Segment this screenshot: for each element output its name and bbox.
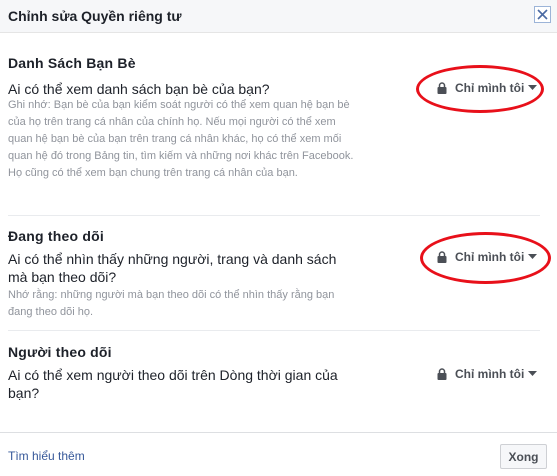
learn-more-link[interactable]: Tìm hiểu thêm: [8, 449, 85, 463]
close-icon: [537, 9, 548, 20]
section-title: Danh Sách Bạn Bè: [8, 55, 136, 71]
annotation-ellipse: [416, 65, 544, 113]
dialog-footer: Tìm hiểu thêm Xong: [0, 432, 557, 476]
privacy-selector[interactable]: Chỉ mình tôi: [437, 364, 538, 384]
privacy-value: Chỉ mình tôi: [455, 367, 525, 381]
section-title: Đang theo dõi: [8, 228, 104, 244]
section-question: Ai có thể nhìn thấy những người, trang v…: [8, 251, 337, 285]
lock-icon: [437, 368, 447, 380]
annotation-ellipse: [420, 232, 551, 284]
section-note: Ghi nhớ: Bạn bè của bạn kiểm soát người …: [8, 99, 354, 179]
dialog-title: Chỉnh sửa Quyền riêng tư: [8, 8, 182, 24]
done-button[interactable]: Xong: [500, 444, 547, 469]
section-note: Nhớ rằng: những người mà bạn theo dõi có…: [8, 289, 335, 318]
section-title: Người theo dõi: [8, 344, 112, 360]
section-question: Ai có thể xem danh sách bạn bè của bạn?: [8, 81, 270, 97]
section-divider: [8, 330, 540, 331]
section-question: Ai có thể xem người theo dõi trên Dòng t…: [8, 367, 338, 401]
dialog-header: Chỉnh sửa Quyền riêng tư: [0, 0, 557, 33]
section-divider: [8, 215, 540, 216]
chevron-down-icon: [528, 371, 538, 376]
close-button[interactable]: [534, 6, 551, 23]
privacy-dialog: Chỉnh sửa Quyền riêng tư Danh Sách Bạn B…: [0, 0, 557, 476]
